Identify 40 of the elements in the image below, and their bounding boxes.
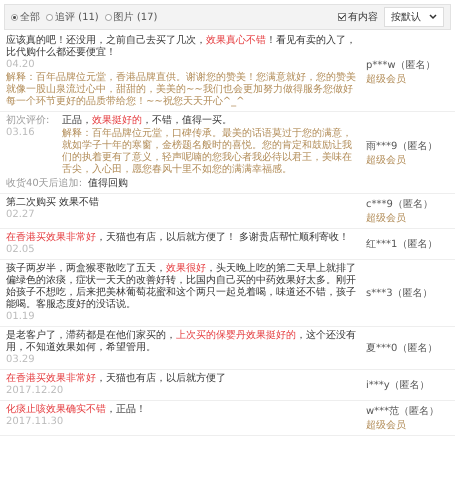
reviewer-name: 红***1（匿名） bbox=[366, 238, 438, 251]
chevron-icon bbox=[429, 14, 437, 20]
filter-radio[interactable]: 追评 (11) bbox=[46, 10, 99, 24]
member-level: 超级会员 bbox=[366, 72, 407, 86]
append-text: 值得回购 bbox=[88, 178, 128, 190]
seller-reply: 解释：百年品牌位元堂，口碑传承。最美的话语莫过于您的满意，就如学子十年的寒窗，金榜题名般时的喜悦。您的肯定和鼓励让我们的执着更有了意义，轻声呢喃的您我心者我必待以君王，美味在舌尖，入心田，愿您春风十里不如您的满满幸福感。 bbox=[62, 128, 353, 176]
review-date: 03.16 bbox=[6, 127, 36, 139]
review-text: 是老客户了，滞药都是在他们家买的，上次买的保婴丹效果挺好的，这个还没有用，不知道效果如何，希望管用。 bbox=[6, 330, 357, 354]
review-text: 正品，效果挺好的，不错，值得一买。 bbox=[62, 115, 233, 127]
review-date: 04.20 bbox=[6, 59, 36, 71]
review-text: 孩子两岁半，两盒猴枣散吃了五天，效果很好，头天晚上吃的第二天早上就排了偏绿色的浓痰，症状一天天的改善好转，比国内自己买的中药效果好太多。刚开始孩子不想吃，后来把美林葡萄花蜜和这个两只一起兑着喝，味道还不错，孩子能喝。客服态度好的没话说。 bbox=[6, 263, 357, 311]
member-level: 超级会员 bbox=[366, 154, 407, 166]
checkbox-label: 有内容 bbox=[348, 10, 378, 24]
review-text: 化痰止咳效果确实不错，正品！ bbox=[6, 404, 147, 416]
member-level: 超级会员 bbox=[366, 212, 407, 225]
review-date: 2017.11.30 bbox=[6, 416, 64, 428]
reviewer-name: i***y（匿名） bbox=[366, 379, 431, 392]
sort-dropdown[interactable]: 按默认 bbox=[384, 7, 444, 27]
review-label: 初次评价: bbox=[6, 115, 50, 127]
reviewer-name: w***范（匿名） bbox=[366, 404, 440, 418]
reviewer-name: 雨***9（匿名） bbox=[366, 140, 438, 152]
review-text: 在香港买效果非常好，天猫也有店，以后就方便了！ 多谢贵店帮忙顺利寄收！ bbox=[6, 232, 350, 244]
reviewer-name: s***3（匿名） bbox=[366, 287, 434, 300]
review-date: 02.27 bbox=[6, 209, 36, 221]
review-date: 03.29 bbox=[6, 354, 36, 366]
review-date: 2017.12.20 bbox=[6, 385, 64, 397]
review-date: 01.19 bbox=[6, 311, 36, 323]
reviewer-name: c***9（匿名） bbox=[366, 198, 434, 211]
seller-reply: 解释：百年品牌位元堂，香港品牌直供。谢谢您的赞美！您满意就好，您的赞美就像一股山泉流过心中，甜甜的，美美的~~我们也会更加努力做得服务您做好每一个环节更好的品质带给您！~~祝您天天开心^_^ bbox=[6, 72, 357, 108]
filter-radio[interactable]: 全部 bbox=[11, 10, 40, 24]
reviewer-name: p***w（匿名） bbox=[366, 58, 437, 72]
review-text: 应该真的吧！还没用，之前自己去买了几次，效果真心不错！看见有卖的入了，比代购什么都还要便宜！ bbox=[6, 35, 357, 59]
reviewer-name: 夏***0（匿名） bbox=[366, 342, 438, 355]
checkbox[interactable] bbox=[338, 13, 346, 21]
review-date: 02.05 bbox=[6, 244, 36, 256]
review-text: 第二次购买 效果不错 bbox=[6, 197, 100, 209]
member-level: 超级会员 bbox=[366, 418, 407, 432]
append-label: 收货40天后追加: bbox=[6, 178, 82, 190]
filter-radio[interactable]: 图片 (17) bbox=[104, 10, 158, 24]
review-text: 在香港买效果非常好，天猫也有店，以后就方便了 bbox=[6, 373, 227, 385]
